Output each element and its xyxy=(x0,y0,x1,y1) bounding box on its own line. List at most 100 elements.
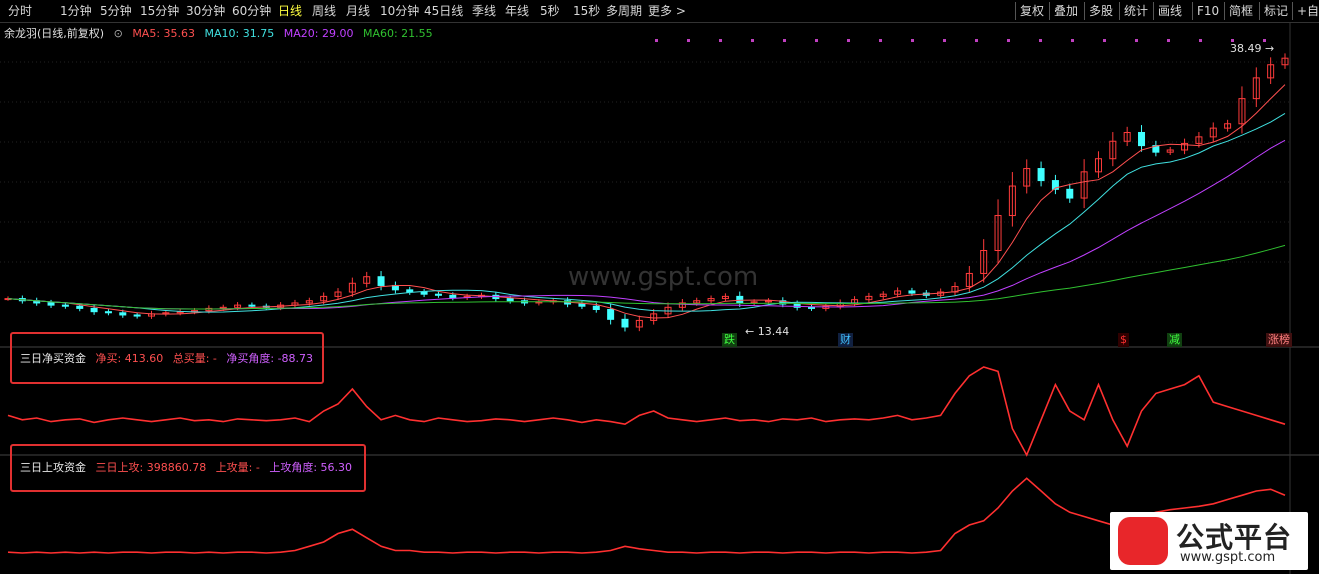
candle-body xyxy=(578,303,586,307)
period-tab-14[interactable]: 15秒 xyxy=(573,3,600,19)
event-marker-4[interactable]: 涨榜 xyxy=(1266,333,1292,347)
top-dot xyxy=(1167,39,1170,42)
period-tab-1[interactable]: 1分钟 xyxy=(60,3,92,19)
candle-body xyxy=(621,318,629,328)
top-dot xyxy=(943,39,946,42)
period-tab-4[interactable]: 30分钟 xyxy=(186,3,225,19)
indicator1-totalbuy: 总买量: - xyxy=(172,352,217,365)
candle-body xyxy=(1037,168,1045,182)
toolbar-button-6[interactable]: 简框 xyxy=(1229,3,1253,19)
indicator2-angle: 上攻角度: 56.30 xyxy=(269,461,353,474)
candle-body xyxy=(248,304,256,307)
site-watermark: www.gspt.com xyxy=(568,262,759,292)
candle-body xyxy=(434,293,442,296)
top-dot xyxy=(1039,39,1042,42)
candle-body xyxy=(406,289,414,293)
period-tab-2[interactable]: 5分钟 xyxy=(100,3,132,19)
period-tab-15[interactable]: 多周期 xyxy=(606,3,642,19)
toolbar-button-7[interactable]: 标记 xyxy=(1264,3,1288,19)
top-dot xyxy=(879,39,882,42)
indicator2-attack: 三日上攻: 398860.78 xyxy=(95,461,207,474)
candle-body xyxy=(592,305,600,311)
top-dot xyxy=(751,39,754,42)
indicator1-legend: 三日净买资金 净买: 413.60 总买量: - 净买角度: -88.73 xyxy=(20,350,313,366)
toolbar-button-2[interactable]: 多股 xyxy=(1089,3,1113,19)
top-dot xyxy=(975,39,978,42)
toolbar-button-1[interactable]: 叠加 xyxy=(1054,3,1078,19)
toolbar-button-0[interactable]: 复权 xyxy=(1020,3,1044,19)
period-tab-8[interactable]: 月线 xyxy=(346,3,370,19)
toolbar-separator xyxy=(1049,2,1050,20)
toolbar-separator xyxy=(1119,2,1120,20)
top-dot xyxy=(1135,39,1138,42)
toolbar-separator xyxy=(1292,2,1293,20)
candle-body xyxy=(506,298,514,302)
period-tab-11[interactable]: 季线 xyxy=(472,3,496,19)
logo-icon xyxy=(1118,517,1168,565)
high-price-value: 38.49 xyxy=(1230,42,1262,55)
indicator1-angle: 净买角度: -88.73 xyxy=(226,352,314,365)
candle-body xyxy=(808,306,816,309)
top-dot xyxy=(1071,39,1074,42)
low-price-value: 13.44 xyxy=(757,325,790,338)
top-dot xyxy=(1103,39,1106,42)
top-dot xyxy=(655,39,658,42)
top-dot xyxy=(1199,39,1202,42)
period-tab-13[interactable]: 5秒 xyxy=(540,3,560,19)
candle-body xyxy=(76,305,84,309)
gspt-logo: 公式平台 www.gspt.com xyxy=(1110,512,1308,570)
event-marker-0[interactable]: 跌 xyxy=(722,333,737,347)
candle-body xyxy=(133,314,141,317)
period-tab-9[interactable]: 10分钟 xyxy=(380,3,419,19)
top-dot xyxy=(815,39,818,42)
toolbar-separator xyxy=(1015,2,1016,20)
indicator2-title: 三日上攻资金 xyxy=(20,461,86,474)
top-dot xyxy=(687,39,690,42)
toolbar-button-3[interactable]: 统计 xyxy=(1124,3,1148,19)
period-toolbar: 分时 1分钟 5分钟 15分钟 30分钟 60分钟 日线 周线 月线 10分钟 45日线 季线 年线 5秒… xyxy=(0,0,1319,23)
toolbar-button-4[interactable]: 画线 xyxy=(1158,3,1182,19)
period-tab-10[interactable]: 45日线 xyxy=(424,3,463,19)
period-tab-3[interactable]: 15分钟 xyxy=(140,3,179,19)
candle-body xyxy=(908,290,916,294)
candle-body xyxy=(1138,132,1146,147)
indicator2-attackvol: 上攻量: - xyxy=(215,461,260,474)
toolbar-separator xyxy=(1192,2,1193,20)
indicator1-netbuy: 净买: 413.60 xyxy=(95,352,164,365)
period-tab-6[interactable]: 日线 xyxy=(278,3,302,19)
period-tab-5[interactable]: 60分钟 xyxy=(232,3,271,19)
toolbar-separator xyxy=(1153,2,1154,20)
indicator2-legend: 三日上攻资金 三日上攻: 398860.78 上攻量: - 上攻角度: 56.3… xyxy=(20,459,352,475)
event-marker-3[interactable]: 减 xyxy=(1167,333,1182,347)
high-price-label: 38.49 → xyxy=(1230,42,1275,55)
toolbar-separator xyxy=(1224,2,1225,20)
period-tab-16[interactable]: 更多 > xyxy=(648,3,686,19)
candle-body xyxy=(47,302,55,306)
top-dot xyxy=(911,39,914,42)
indicator1-title: 三日净买资金 xyxy=(20,352,86,365)
candle-body xyxy=(61,304,69,307)
top-dot xyxy=(1007,39,1010,42)
toolbar-separator xyxy=(1084,2,1085,20)
low-price-label: ← 13.44 xyxy=(745,325,790,338)
period-tab-7[interactable]: 周线 xyxy=(312,3,336,19)
candle-body xyxy=(90,307,98,313)
candle-body xyxy=(119,312,127,316)
top-dot xyxy=(719,39,722,42)
candle-body xyxy=(1066,188,1074,199)
toolbar-button-5[interactable]: F10 xyxy=(1197,3,1219,19)
top-dot xyxy=(783,39,786,42)
period-tab-12[interactable]: 年线 xyxy=(505,3,529,19)
candle-body xyxy=(736,295,744,304)
candle-body xyxy=(377,276,385,286)
top-dot xyxy=(847,39,850,42)
period-tab-0[interactable]: 分时 xyxy=(8,3,32,19)
candle-body xyxy=(420,291,428,295)
event-marker-1[interactable]: 财 xyxy=(838,333,853,347)
event-marker-2[interactable]: $ xyxy=(1118,333,1129,347)
candle-body xyxy=(449,294,457,298)
candle-body xyxy=(607,309,615,320)
logo-url: www.gspt.com xyxy=(1180,550,1276,565)
candle-body xyxy=(104,311,112,314)
toolbar-button-8[interactable]: +自 xyxy=(1297,3,1319,19)
